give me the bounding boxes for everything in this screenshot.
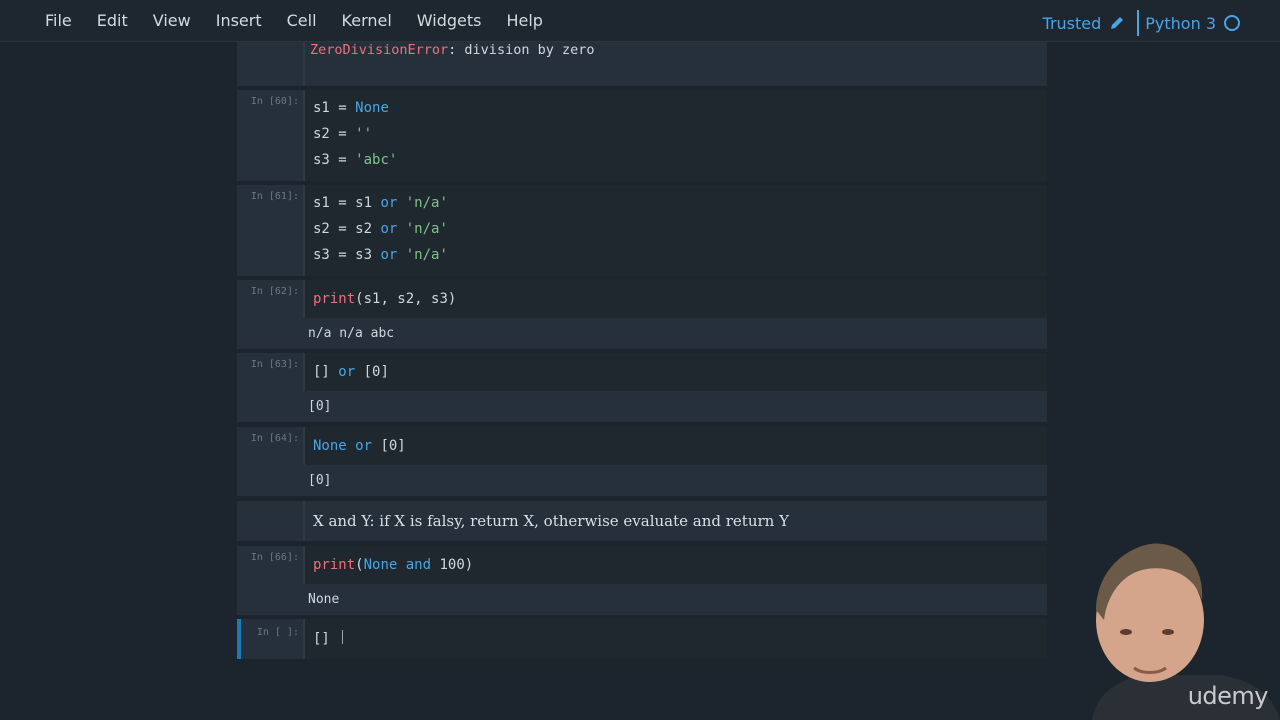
code-input[interactable]: [] or [0] [303, 353, 1047, 391]
cell-output: [0] [303, 391, 1047, 422]
pencil-icon[interactable] [1109, 15, 1125, 31]
notebook-status: Trusted Python 3 [1043, 10, 1240, 36]
input-prompt: In [64]: [250, 433, 299, 444]
code-cell-66[interactable]: In [66]: print(None and 100) None [237, 546, 1047, 615]
markdown-cell[interactable]: X and Y: if X is falsy, return X, otherw… [237, 501, 1047, 541]
code-input[interactable]: print(s1, s2, s3) [303, 280, 1047, 318]
code-line: s2 = '' [313, 126, 373, 142]
cell-gutter: In [63]: [237, 353, 303, 422]
cell-output: n/a n/a abc [303, 318, 1047, 349]
menu-bar: File Edit View Insert Cell Kernel Widget… [0, 0, 1280, 42]
output-text: n/a n/a abc [308, 326, 395, 341]
error-line: ZeroDivisionError: division by zero [310, 42, 594, 58]
markdown-text: X and Y: if X is falsy, return X, otherw… [313, 512, 790, 530]
kernel-divider [1137, 10, 1140, 36]
kernel-idle-icon [1224, 15, 1240, 31]
kernel-name[interactable]: Python 3 [1145, 14, 1216, 33]
error-output-cell: ZeroDivisionError: division by zero [237, 42, 1047, 86]
menu-widgets[interactable]: Widgets [417, 11, 482, 30]
output-text: None [308, 592, 340, 607]
code-cell-62[interactable]: In [62]: print(s1, s2, s3) n/a n/a abc [237, 280, 1047, 349]
menu-items: File Edit View Insert Cell Kernel Widget… [45, 11, 568, 30]
menu-edit[interactable]: Edit [97, 11, 128, 30]
code-input[interactable]: print(None and 100) [303, 546, 1047, 584]
error-output: ZeroDivisionError: division by zero [303, 42, 1047, 86]
cell-gutter: In [64]: [237, 427, 303, 496]
cell-gutter: In [62]: [237, 280, 303, 349]
code-input[interactable]: None or [0] [303, 427, 1047, 465]
cell-gutter: In [66]: [237, 546, 303, 615]
code-input[interactable]: s1 = s1 or 'n/a' s2 = s2 or 'n/a' s3 = s… [303, 185, 1047, 276]
trusted-indicator[interactable]: Trusted [1043, 14, 1102, 33]
cell-gutter: In [61]: [237, 185, 303, 276]
error-name: ZeroDivisionError [310, 42, 449, 58]
menu-view[interactable]: View [153, 11, 191, 30]
code-line: print(s1, s2, s3) [313, 291, 457, 307]
input-prompt: In [61]: [250, 191, 299, 202]
code-input[interactable]: [] [303, 619, 1047, 659]
menu-kernel[interactable]: Kernel [342, 11, 392, 30]
code-cell-61[interactable]: In [61]: s1 = s1 or 'n/a' s2 = s2 or 'n/… [237, 185, 1047, 276]
code-line: s1 = None [313, 100, 389, 116]
code-line: print(None and 100) [313, 557, 474, 573]
code-input[interactable]: s1 = None s2 = '' s3 = 'abc' [303, 90, 1047, 181]
cell-gutter: In [ ]: [237, 619, 303, 659]
cell-gutter: In [60]: [237, 90, 303, 181]
code-line: s1 = s1 or 'n/a' [313, 195, 448, 211]
markdown-content[interactable]: X and Y: if X is falsy, return X, otherw… [303, 501, 1047, 541]
cell-output: [0] [303, 465, 1047, 496]
output-text: [0] [308, 399, 332, 414]
code-line: s3 = s3 or 'n/a' [313, 247, 448, 263]
input-prompt: In [63]: [250, 359, 299, 370]
input-prompt: In [ ]: [256, 627, 299, 638]
input-prompt: In [66]: [250, 552, 299, 563]
cell-output: None [303, 584, 1047, 615]
presenter-webcam: udemy [1082, 540, 1280, 720]
code-line: s2 = s2 or 'n/a' [313, 221, 448, 237]
code-line: [] or [0] [313, 364, 389, 380]
code-cell-active[interactable]: In [ ]: [] [237, 619, 1047, 659]
code-cell-64[interactable]: In [64]: None or [0] [0] [237, 427, 1047, 496]
output-text: [0] [308, 473, 332, 488]
text-cursor [342, 630, 343, 644]
code-line: s3 = 'abc' [313, 152, 398, 168]
input-prompt: In [62]: [250, 286, 299, 297]
menu-help[interactable]: Help [506, 11, 542, 30]
code-cell-60[interactable]: In [60]: s1 = None s2 = '' s3 = 'abc' [237, 90, 1047, 181]
error-message: : division by zero [448, 42, 595, 58]
code-line: None or [0] [313, 438, 406, 454]
menu-cell[interactable]: Cell [287, 11, 317, 30]
udemy-watermark: udemy [1187, 682, 1269, 710]
code-cell-63[interactable]: In [63]: [] or [0] [0] [237, 353, 1047, 422]
input-prompt: In [60]: [250, 96, 299, 107]
menu-insert[interactable]: Insert [216, 11, 262, 30]
menu-file[interactable]: File [45, 11, 72, 30]
code-line: [] [313, 631, 330, 647]
